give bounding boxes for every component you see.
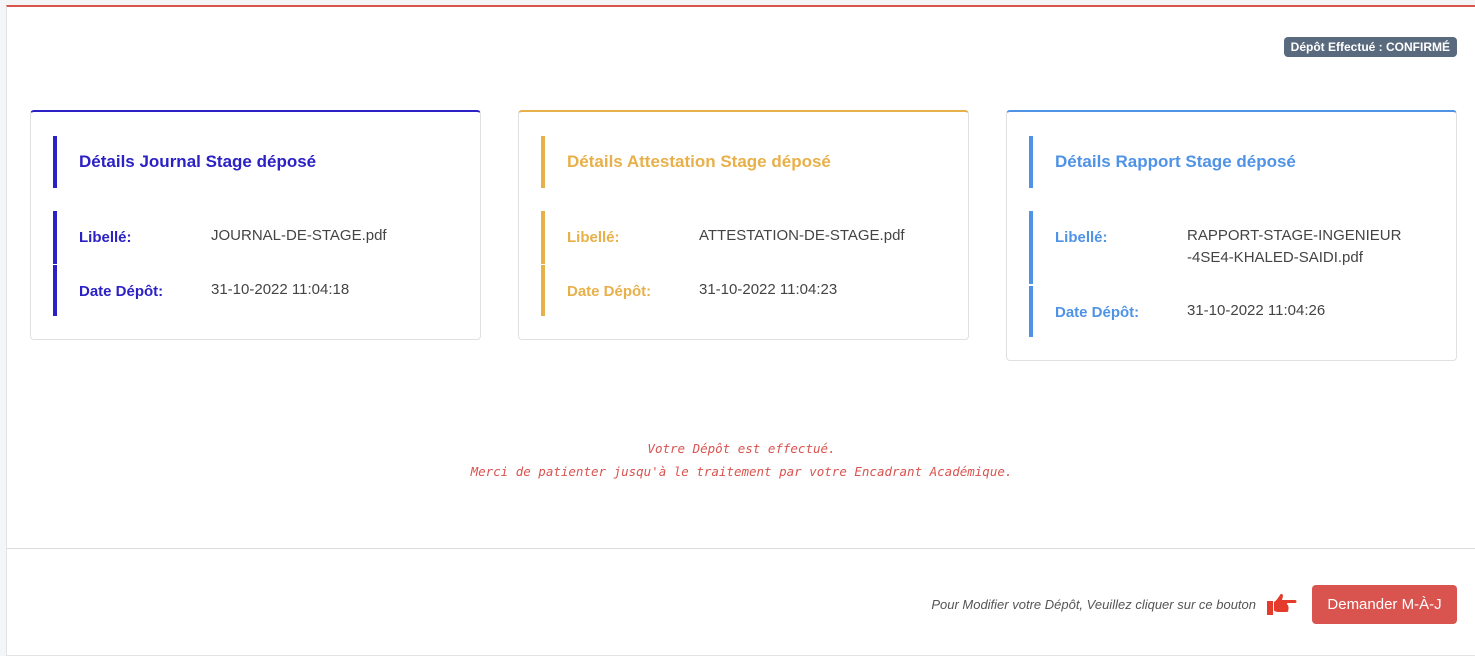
journal-libelle-value: JOURNAL-DE-STAGE.pdf [211, 227, 387, 244]
attestation-card-title: Détails Attestation Stage déposé [541, 136, 941, 188]
footer-divider [7, 548, 1475, 549]
confirmation-line-1: Votre Dépôt est effectué. [647, 441, 836, 456]
request-update-button[interactable]: Demander M-À-J [1312, 585, 1457, 624]
journal-date-label: Date Dépôt: [79, 283, 164, 300]
rapport-date-row: Date Dépôt: 31-10-2022 11:04:26 [1029, 286, 1429, 337]
journal-libelle-row: Libellé: JOURNAL-DE-STAGE.pdf [53, 211, 453, 264]
journal-card: Détails Journal Stage déposé Libellé: JO… [30, 110, 481, 340]
journal-date-value: 31-10-2022 11:04:18 [211, 281, 350, 298]
journal-date-row: Date Dépôt: 31-10-2022 11:04:18 [53, 265, 453, 316]
journal-libelle-label: Libellé: [79, 229, 132, 246]
rapport-libelle-row: Libellé: RAPPORT-STAGE-INGENIEUR-4SE4-KH… [1029, 211, 1429, 284]
attestation-libelle-value: ATTESTATION-DE-STAGE.pdf [699, 227, 905, 244]
journal-card-title: Détails Journal Stage déposé [53, 136, 453, 188]
rapport-libelle-label: Libellé: [1055, 229, 1108, 246]
hand-pointing-right-icon [1267, 593, 1297, 615]
update-instruction: Pour Modifier votre Dépôt, Veuillez cliq… [931, 597, 1256, 612]
attestation-date-label: Date Dépôt: [567, 283, 652, 300]
deposit-panel: Dépôt Effectué : CONFIRMÉ Détails Journa… [6, 5, 1475, 656]
rapport-card-title: Détails Rapport Stage déposé [1029, 136, 1429, 188]
rapport-date-value: 31-10-2022 11:04:26 [1187, 302, 1326, 319]
rapport-libelle-value: RAPPORT-STAGE-INGENIEUR-4SE4-KHALED-SAID… [1187, 227, 1402, 266]
confirmation-line-2: Merci de patienter jusqu'à le traitement… [470, 464, 1013, 479]
attestation-card: Détails Attestation Stage déposé Libellé… [518, 110, 969, 340]
attestation-date-row: Date Dépôt: 31-10-2022 11:04:23 [541, 265, 941, 316]
attestation-date-value: 31-10-2022 11:04:23 [699, 281, 838, 298]
attestation-libelle-row: Libellé: ATTESTATION-DE-STAGE.pdf [541, 211, 941, 264]
rapport-card: Détails Rapport Stage déposé Libellé: RA… [1006, 110, 1457, 361]
status-badge: Dépôt Effectué : CONFIRMÉ [1283, 37, 1457, 57]
rapport-date-label: Date Dépôt: [1055, 304, 1140, 321]
confirmation-message: Votre Dépôt est effectué. Merci de patie… [7, 437, 1475, 483]
attestation-libelle-label: Libellé: [567, 229, 620, 246]
